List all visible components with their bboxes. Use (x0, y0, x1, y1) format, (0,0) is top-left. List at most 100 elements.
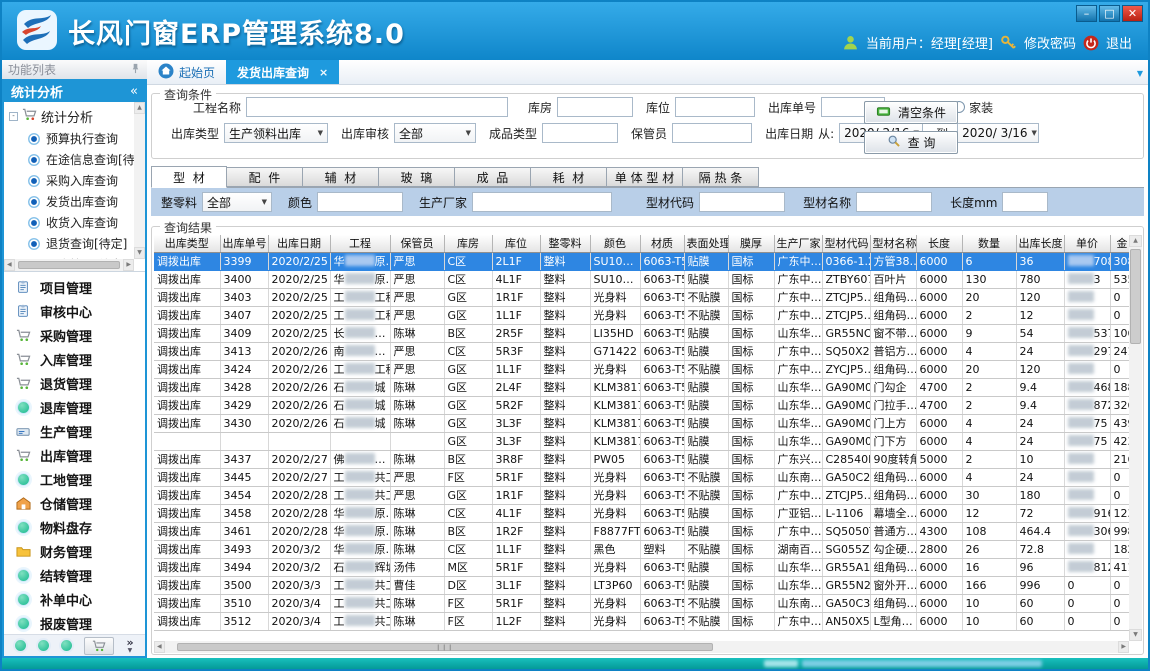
product-type-input[interactable] (542, 123, 618, 143)
material-tab[interactable]: 成 品 (455, 167, 531, 187)
table-row[interactable]: 调拨出库34032020/2/25工工程严思G区1R1F整料光身料6063-T5… (154, 288, 1129, 306)
search-button[interactable]: 查 询 (864, 131, 958, 154)
tree-item[interactable]: 预算执行查询 (4, 128, 134, 149)
sidebar-item[interactable]: 入库管理 (4, 347, 145, 371)
sidebar-item[interactable]: 生产管理 (4, 419, 145, 443)
scrollbar-thumb[interactable]: ❙❙❙ (177, 643, 713, 651)
tree-item[interactable]: 在途信息查询[待 (4, 149, 134, 170)
table-row[interactable]: 调拨出库34582020/2/28华原…陈琳C区4L1F整料光身料6063-T5… (154, 504, 1129, 522)
table-row[interactable]: 调拨出库34942020/3/2石辉城汤伟M区5R1F整料光身料6063-T5贴… (154, 558, 1129, 576)
column-header[interactable]: 生产厂家 (774, 235, 822, 252)
profile-code-input[interactable] (699, 192, 785, 212)
sidebar-item[interactable]: 结转管理 (4, 563, 145, 587)
scrollbar-thumb[interactable] (18, 261, 121, 269)
tree-item[interactable]: 退货查询[待定] (4, 233, 134, 254)
sidebar-item[interactable]: 审核中心 (4, 299, 145, 323)
material-tab[interactable]: 玻 璃 (379, 167, 455, 187)
tab-home[interactable]: 起始页 (147, 60, 226, 84)
column-header[interactable]: 型材代码 (822, 235, 870, 252)
material-tab[interactable]: 型 材 (151, 166, 227, 188)
table-row[interactable]: 调拨出库34932020/3/2华原…陈琳C区1L1F整料黑色塑料不贴膜国标湖南… (154, 540, 1129, 558)
color-input[interactable] (317, 192, 403, 212)
material-tab[interactable]: 辅 材 (303, 167, 379, 187)
close-icon[interactable]: × (319, 66, 328, 79)
project-name-input[interactable] (246, 97, 508, 117)
column-header[interactable]: 整零料 (540, 235, 590, 252)
sidebar-item[interactable]: 物料盘存 (4, 515, 145, 539)
sidebar-item[interactable]: 补单中心 (4, 587, 145, 611)
column-header[interactable]: 单价 (1064, 235, 1110, 252)
table-row[interactable]: 调拨出库34372020/2/27佛…陈琳B区3R8F整料PW056063-T5… (154, 450, 1129, 468)
sidebar-item[interactable]: 报废管理 (4, 611, 145, 634)
circle-icon[interactable] (15, 640, 26, 651)
sidebar-group-header[interactable]: 统计分析 « (4, 81, 145, 102)
audit-select[interactable]: 全部▼ (394, 123, 476, 143)
column-header[interactable]: 保管员 (390, 235, 444, 252)
tab-active[interactable]: 发货出库查询× (226, 60, 339, 84)
table-row[interactable]: 调拨出库34242020/2/26工工程严思G区1L1F整料光身料6063-T5… (154, 360, 1129, 378)
table-row[interactable]: 调拨出库35002020/3/3工共工程曹佳D区3L1F整料LT3P606063… (154, 576, 1129, 594)
material-tab[interactable]: 隔 热 条 (683, 167, 759, 187)
table-row[interactable]: 调拨出库34292020/2/26石城陈琳G区5R2F整料KLM38176063… (154, 396, 1129, 414)
profile-name-input[interactable] (856, 192, 932, 212)
more-chevron-icon[interactable]: »▼ (126, 637, 133, 654)
sidebar-item[interactable]: 仓储管理 (4, 491, 145, 515)
circle-icon[interactable] (38, 640, 49, 651)
tree-item[interactable]: 采购入库查询 (4, 170, 134, 191)
warehouse-input[interactable] (557, 97, 633, 117)
grid-vertical-scrollbar[interactable]: ▲▼ (1129, 235, 1142, 641)
sidebar-item[interactable]: 财务管理 (4, 539, 145, 563)
sidebar-item[interactable]: 工地管理 (4, 467, 145, 491)
material-tab[interactable]: 配 件 (227, 167, 303, 187)
sidebar-item[interactable]: 出库管理 (4, 443, 145, 467)
table-row[interactable]: 调拨出库35122020/3/4工共工程陈琳F区1L2F整料光身料6063-T5… (154, 612, 1129, 630)
material-tab[interactable]: 耗 材 (531, 167, 607, 187)
table-row[interactable]: 调拨出库34092020/2/25长…陈琳B区2R5F整料LI35HD6063-… (154, 324, 1129, 342)
column-header[interactable]: 出库类型 (154, 235, 220, 252)
column-header[interactable]: 型材名称 (870, 235, 916, 252)
column-header[interactable]: 表面处理 (684, 235, 728, 252)
table-row[interactable]: G区3L3F整料KLM38176063-T5贴膜国标山东华…GA90M09…门下… (154, 432, 1129, 450)
column-header[interactable]: 金 (1110, 235, 1129, 252)
sidebar-item[interactable]: 项目管理 (4, 275, 145, 299)
maximize-button[interactable]: □ (1099, 5, 1120, 22)
sidebar-item[interactable]: 采购管理 (4, 323, 145, 347)
material-tab[interactable]: 单 体 型 材 (607, 167, 683, 187)
tree-item[interactable]: 发货出库查询 (4, 191, 134, 212)
grid-horizontal-scrollbar[interactable]: ◀❙❙❙▶ (154, 641, 1129, 653)
column-header[interactable]: 出库长度 (1016, 235, 1064, 252)
cart-button[interactable] (84, 637, 114, 655)
column-header[interactable]: 库位 (492, 235, 540, 252)
table-row[interactable]: 调拨出库34612020/2/28华原…陈琳B区1R2F整料F8877FT606… (154, 522, 1129, 540)
tree-vertical-scrollbar[interactable]: ▲▼ (134, 102, 145, 259)
close-button[interactable]: ✕ (1122, 5, 1143, 22)
date-to-picker[interactable]: 2020/ 3/16▼ (957, 123, 1039, 143)
table-row[interactable]: 调拨出库35102020/3/4工共工程陈琳F区5R1F整料光身料6063-T5… (154, 594, 1129, 612)
column-header[interactable]: 颜色 (590, 235, 640, 252)
tree-item[interactable]: 收货入库查询 (4, 212, 134, 233)
pin-icon[interactable] (130, 63, 141, 77)
tab-overflow-icon[interactable]: ▼ (1137, 69, 1143, 78)
minimize-button[interactable]: – (1076, 5, 1097, 22)
table-row[interactable]: 调拨出库33992020/2/25华原…严思C区2L1F整料SU10…6063-… (154, 252, 1129, 270)
table-row[interactable]: 调拨出库34132020/2/26南…严思C区5R3F整料G714226063-… (154, 342, 1129, 360)
table-row[interactable]: 调拨出库34282020/2/26石城陈琳G区2L4F整料KLM38176063… (154, 378, 1129, 396)
table-row[interactable]: 调拨出库34542020/2/28工共工程严思G区1R1F整料光身料6063-T… (154, 486, 1129, 504)
clear-conditions-button[interactable]: 清空条件 (864, 101, 958, 124)
length-input[interactable] (1002, 192, 1048, 212)
table-row[interactable]: 调拨出库34072020/2/25工工程严思G区1L1F整料光身料6063-T5… (154, 306, 1129, 324)
column-header[interactable]: 工程 (330, 235, 390, 252)
column-header[interactable]: 膜厚 (728, 235, 774, 252)
column-header[interactable]: 出库单号 (220, 235, 268, 252)
whole-part-select[interactable]: 全部▼ (202, 192, 272, 212)
column-header[interactable]: 材质 (640, 235, 684, 252)
tree-horizontal-scrollbar[interactable]: ◀▶ (4, 259, 134, 271)
circle-icon[interactable] (61, 640, 72, 651)
column-header[interactable]: 出库日期 (268, 235, 330, 252)
change-password-link[interactable]: 修改密码 (1024, 33, 1076, 52)
table-row[interactable]: 调拨出库34302020/2/26石城陈琳G区3L3F整料KLM38176063… (154, 414, 1129, 432)
table-row[interactable]: 调拨出库34002020/2/25华原…严思C区4L1F整料SU10…6063-… (154, 270, 1129, 288)
sidebar-item[interactable]: 退货管理 (4, 371, 145, 395)
sidebar-item[interactable]: 退库管理 (4, 395, 145, 419)
logout-link[interactable]: 退出 (1106, 33, 1132, 52)
